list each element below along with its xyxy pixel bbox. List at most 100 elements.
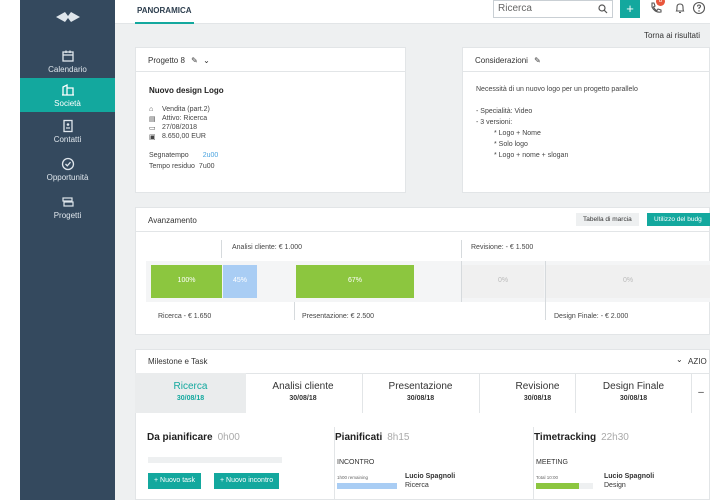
col-pianificati: Pianificati 8h15 (335, 432, 410, 443)
progress-bar-ricerca[interactable]: 100% (151, 265, 222, 298)
tab-name: Ricerca (173, 381, 208, 392)
considerazioni-title: Considerazioni (475, 56, 528, 65)
person-role: Design (604, 482, 626, 489)
tab-date: 30/08/18 (176, 395, 205, 402)
contact-card-icon (62, 119, 73, 132)
tab-presentazione[interactable]: Presentazione 30/08/18 (362, 373, 478, 413)
meta-amount: 8.650,00 EUR (162, 133, 206, 140)
progress-bar-presentazione[interactable]: 67% (296, 265, 414, 298)
project-card-header: Progetto 8 ✎ ⌄ (136, 48, 405, 72)
col-hours: 0h00 (217, 432, 240, 443)
search-placeholder: Ricerca (498, 3, 532, 14)
segnatempo-value[interactable]: 2u00 (203, 152, 219, 159)
add-button[interactable]: + (620, 0, 640, 18)
divider (334, 427, 335, 500)
sidebar-item-label: Calendario (48, 64, 87, 74)
tab-date: 30/08/18 (619, 395, 648, 402)
label-ricerca: Ricerca - € 1.650 (158, 313, 212, 320)
considerazioni-card: Considerazioni ✎ Necessità di un nuovo l… (462, 47, 710, 193)
building-icon: ⌂ (149, 105, 154, 113)
label-presentazione: Presentazione: € 2.500 (302, 313, 374, 320)
sidebar-item-opportunita[interactable]: Opportunità (20, 152, 115, 186)
check-circle-icon (61, 157, 74, 170)
bell-icon[interactable] (673, 1, 687, 15)
project-name: Nuovo design Logo (149, 86, 224, 95)
tab-ricerca[interactable]: Ricerca 30/08/18 (135, 373, 246, 413)
app-logo-icon[interactable] (20, 0, 115, 34)
sidebar-item-societa[interactable]: Società (20, 78, 115, 112)
building-icon (61, 83, 74, 96)
empty-drop-zone (148, 457, 282, 463)
status-icon: ▤ (149, 115, 156, 123)
section-incontro: INCONTRO (337, 459, 375, 466)
sidebar-item-progetti[interactable]: Progetti (20, 190, 115, 224)
col-title: Timetracking (534, 432, 597, 443)
milestone-title: Milestone e Task (148, 357, 208, 366)
tab-name: Analisi cliente (272, 381, 334, 392)
divider (294, 302, 295, 320)
col-title: Pianificati (335, 432, 383, 443)
sidebar-item-label: Società (54, 98, 81, 108)
col-hours: 22h30 (601, 432, 629, 443)
tab-analisi-cliente[interactable]: Analisi cliente 30/08/18 (246, 373, 360, 413)
search-input[interactable]: Ricerca (493, 0, 613, 18)
divider (545, 302, 546, 320)
considerazioni-line: * Logo + nome + slogan (494, 152, 569, 159)
considerazioni-text: Necessità di un nuovo logo per un proget… (476, 86, 638, 93)
person-name: Lucio Spagnoli (405, 473, 456, 480)
person-name: Lucio Spagnoli (604, 473, 655, 480)
btn-utilizzo-budget[interactable]: Utilizzo del budg (647, 213, 710, 226)
remaining-text: 1h00 remaining (337, 475, 369, 480)
meta-row: ▣ 8.650,00 EUR (149, 132, 405, 141)
considerazioni-line: * Logo + Nome (494, 130, 541, 137)
divider (221, 240, 222, 258)
meta-status: Attivo: Ricerca (162, 115, 208, 122)
progress-bar-revisione[interactable]: 0% (462, 265, 544, 298)
new-task-button[interactable]: + Nuovo task (148, 473, 202, 489)
new-meeting-button[interactable]: + Nuovo incontro (214, 473, 280, 489)
considerazioni-line: * Solo logo (494, 141, 528, 148)
residuo-value: 7u00 (198, 163, 215, 170)
btn-tabella-marcia[interactable]: Tabella di marcia (576, 213, 639, 226)
considerazioni-line: - 3 versioni: (476, 119, 513, 126)
col-da-pianificare: Da pianificare 0h00 (147, 432, 240, 443)
tab-design-finale[interactable]: Design Finale 30/08/18 (575, 373, 691, 413)
meta-row: ▭ 27/08/2018 (149, 123, 405, 132)
section-meeting: MEETING (536, 459, 568, 466)
progress-bar-design-finale[interactable]: 0% (546, 265, 710, 298)
tabs-more-icon[interactable]: – (691, 373, 710, 413)
milestone-header: Milestone e Task (136, 350, 709, 374)
segnatempo-label: Segnatempo (149, 152, 189, 159)
money-icon: ▣ (149, 133, 156, 141)
chevron-down-icon[interactable]: ⌄ (203, 56, 210, 65)
considerazioni-body: Necessità di un nuovo logo per un proget… (463, 72, 709, 173)
left-margin (0, 0, 20, 500)
chevron-down-icon[interactable]: ⌄ (676, 355, 683, 364)
calendar-icon: ▭ (149, 124, 156, 132)
help-icon[interactable] (692, 1, 706, 15)
tracked-bar-fill (536, 483, 579, 489)
tab-panoramica[interactable]: PANORAMICA (135, 0, 194, 24)
azioni-menu[interactable]: AZIO (688, 357, 707, 366)
considerazioni-header: Considerazioni ✎ (463, 48, 709, 72)
meta-row: ▤ Attivo: Ricerca (149, 114, 405, 123)
back-to-results-link[interactable]: Torna ai risultati (644, 31, 700, 40)
pencil-icon[interactable]: ✎ (191, 56, 198, 65)
meta-date: 27/08/2018 (162, 124, 198, 131)
sidebar-item-contatti[interactable]: Contatti (20, 114, 115, 148)
meta-phase: Vendita (part.2) (162, 106, 210, 113)
sidebar-item-label: Opportunità (46, 172, 89, 182)
app-root: Calendario Società Contatti Opportunità … (0, 0, 710, 500)
label-revisione: Revisione: - € 1.500 (471, 244, 534, 251)
top-bar: PANORAMICA Ricerca + 8 (115, 0, 710, 24)
pencil-icon[interactable]: ✎ (534, 56, 541, 65)
project-meta: ⌂ Vendita (part.2) ▤ Attivo: Ricerca ▭ 27/0… (149, 105, 405, 141)
total-text: Total 10:00 (536, 475, 559, 480)
label-analisi-cliente: Analisi cliente: € 1.000 (232, 244, 303, 251)
divider (461, 240, 462, 258)
progress-bar-analisi[interactable]: 45% (223, 265, 257, 298)
col-hours: 8h15 (387, 432, 410, 443)
sidebar-item-calendario[interactable]: Calendario (20, 44, 115, 78)
tracked-bar-track (536, 483, 593, 489)
search-icon[interactable] (598, 4, 608, 14)
